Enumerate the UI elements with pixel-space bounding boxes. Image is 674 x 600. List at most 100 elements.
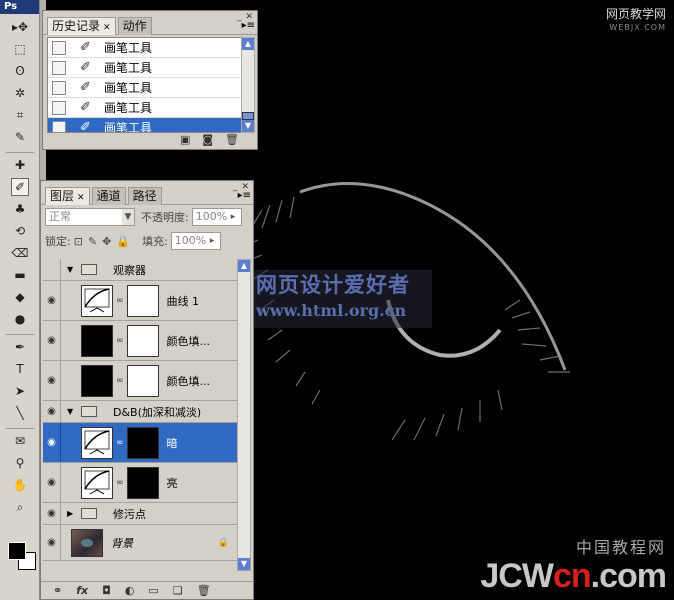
layers-scrollbar[interactable]: ▲ ▼: [237, 259, 251, 571]
trash-icon[interactable]: 🗑: [225, 133, 239, 149]
tab-actions[interactable]: 动作: [117, 17, 152, 35]
tab-paths[interactable]: 路径: [127, 187, 162, 205]
visibility-eye-icon[interactable]: ◉: [43, 525, 61, 560]
history-source-checkbox[interactable]: [52, 60, 66, 75]
history-source-checkbox[interactable]: [52, 40, 66, 55]
fill-field[interactable]: 100% ▸: [170, 232, 221, 250]
visibility-eye-icon[interactable]: ◉: [43, 281, 61, 320]
mask-icon[interactable]: ◘: [102, 584, 111, 597]
expand-triangle-icon[interactable]: ▼: [67, 407, 77, 416]
layer-mask-thumbnail[interactable]: [126, 466, 159, 499]
blur-tool[interactable]: ◆: [11, 288, 29, 306]
layer-row[interactable]: ◉ ∞ 曲线 1: [43, 281, 239, 321]
visibility-eye-icon[interactable]: ◉: [43, 503, 61, 524]
layer-mask-thumbnail[interactable]: [126, 364, 159, 397]
path-selection-tool[interactable]: ➤: [11, 382, 29, 400]
trash-icon[interactable]: 🗑: [197, 584, 211, 597]
tab-close-icon[interactable]: ✕: [103, 23, 111, 33]
history-scrollbar[interactable]: ▲ ▼: [241, 37, 255, 133]
move-tool[interactable]: ▸✥: [11, 18, 29, 36]
magic-wand-tool[interactable]: ✲: [11, 84, 29, 102]
type-tool[interactable]: T: [11, 360, 29, 378]
minimize-icon[interactable]: _: [233, 182, 238, 192]
tab-layers[interactable]: 图层 ✕: [45, 187, 90, 205]
tab-close-icon[interactable]: ✕: [77, 193, 85, 203]
mask-link-icon[interactable]: ∞: [116, 296, 124, 306]
collapse-triangle-icon[interactable]: ▶: [67, 509, 77, 518]
foreground-color-swatch[interactable]: [8, 542, 26, 560]
dodge-tool[interactable]: ●: [11, 310, 29, 328]
fx-icon[interactable]: fx: [76, 584, 88, 597]
history-state[interactable]: ✐ 画笔工具: [48, 118, 242, 132]
visibility-eye-icon[interactable]: ◉: [43, 401, 61, 422]
zoom-tool[interactable]: ⌕: [11, 498, 29, 516]
mask-link-icon[interactable]: ∞: [116, 376, 124, 386]
mask-link-icon[interactable]: ∞: [116, 438, 124, 448]
layer-group-row[interactable]: ◉ ▶ 修污点: [43, 503, 239, 525]
lock-image-icon[interactable]: ✎: [88, 235, 97, 248]
expand-triangle-icon[interactable]: ▼: [67, 265, 77, 274]
new-layer-icon[interactable]: ❏: [173, 584, 183, 597]
history-state[interactable]: ✐ 画笔工具: [48, 58, 242, 78]
snapshot-icon[interactable]: ◙: [202, 133, 213, 149]
tab-channels[interactable]: 通道: [91, 187, 126, 205]
layer-row[interactable]: ◉ ∞ 亮: [43, 463, 239, 503]
crop-tool[interactable]: ⌗: [11, 106, 29, 124]
lock-all-icon[interactable]: 🔒: [116, 235, 130, 248]
lasso-tool[interactable]: ʘ: [11, 62, 29, 80]
layer-row[interactable]: ◉ ∞ 暗: [43, 423, 239, 463]
visibility-eye-icon[interactable]: [43, 259, 61, 280]
scroll-thumb[interactable]: [242, 112, 254, 120]
new-document-icon[interactable]: ▣: [180, 133, 190, 149]
history-brush-tool[interactable]: ⟲: [11, 222, 29, 240]
scroll-up-icon[interactable]: ▲: [238, 260, 250, 272]
layer-mask-thumbnail[interactable]: [126, 426, 159, 459]
minimize-icon[interactable]: _: [237, 12, 242, 22]
visibility-eye-icon[interactable]: ◉: [43, 463, 61, 502]
opacity-field[interactable]: 100% ▸: [191, 208, 242, 226]
gradient-tool[interactable]: ▬: [11, 266, 29, 284]
folder-icon[interactable]: ▭: [148, 584, 158, 597]
history-state[interactable]: ✐ 画笔工具: [48, 78, 242, 98]
close-icon[interactable]: ✕: [245, 12, 253, 22]
eyedropper-tool[interactable]: ⚲: [11, 454, 29, 472]
pen-tool[interactable]: ✒: [11, 338, 29, 356]
scroll-down-icon[interactable]: ▼: [242, 120, 254, 132]
hand-tool[interactable]: ✋: [11, 476, 29, 494]
history-state[interactable]: ✐ 画笔工具: [48, 98, 242, 118]
clone-stamp-tool[interactable]: ♣: [11, 200, 29, 218]
history-source-checkbox[interactable]: [52, 120, 66, 132]
layer-mask-thumbnail[interactable]: [126, 324, 159, 357]
scroll-down-icon[interactable]: ▼: [238, 558, 250, 570]
layer-mask-thumbnail[interactable]: [126, 284, 159, 317]
layer-group-row[interactable]: ▼ 观察器: [43, 259, 239, 281]
app-badge[interactable]: Ps: [0, 0, 39, 14]
tab-history[interactable]: 历史记录 ✕: [47, 17, 116, 35]
history-source-checkbox[interactable]: [52, 100, 66, 115]
notes-tool[interactable]: ✉: [11, 432, 29, 450]
lock-position-icon[interactable]: ✥: [102, 235, 111, 248]
eraser-tool[interactable]: ⌫: [11, 244, 29, 262]
mask-link-icon[interactable]: ∞: [116, 478, 124, 488]
healing-brush-tool[interactable]: ✚: [11, 156, 29, 174]
history-state[interactable]: ✐ 画笔工具: [48, 38, 242, 58]
lock-transparent-icon[interactable]: ⊡: [74, 235, 83, 248]
brush-tool[interactable]: ✐: [11, 178, 29, 196]
marquee-tool[interactable]: ⬚: [11, 40, 29, 58]
adjustment-icon[interactable]: ◐: [125, 584, 135, 597]
blend-mode-select[interactable]: 正常 ▼: [45, 208, 135, 226]
layer-row[interactable]: ◉ ∞ 颜色填...: [43, 321, 239, 361]
mask-link-icon[interactable]: ∞: [116, 336, 124, 346]
close-icon[interactable]: ✕: [241, 182, 249, 192]
scroll-up-icon[interactable]: ▲: [242, 38, 254, 50]
visibility-eye-icon[interactable]: ◉: [43, 423, 61, 462]
visibility-eye-icon[interactable]: ◉: [43, 361, 61, 400]
layer-row[interactable]: ◉ ∞ 颜色填...: [43, 361, 239, 401]
link-icon[interactable]: ⚭: [53, 584, 62, 597]
layer-group-row[interactable]: ◉ ▼ D&B(加深和减淡): [43, 401, 239, 423]
line-tool[interactable]: ╲: [11, 404, 29, 422]
slice-tool[interactable]: ✎: [11, 128, 29, 146]
layer-row[interactable]: ◉ 背景 🔒: [43, 525, 239, 561]
history-source-checkbox[interactable]: [52, 80, 66, 95]
visibility-eye-icon[interactable]: ◉: [43, 321, 61, 360]
